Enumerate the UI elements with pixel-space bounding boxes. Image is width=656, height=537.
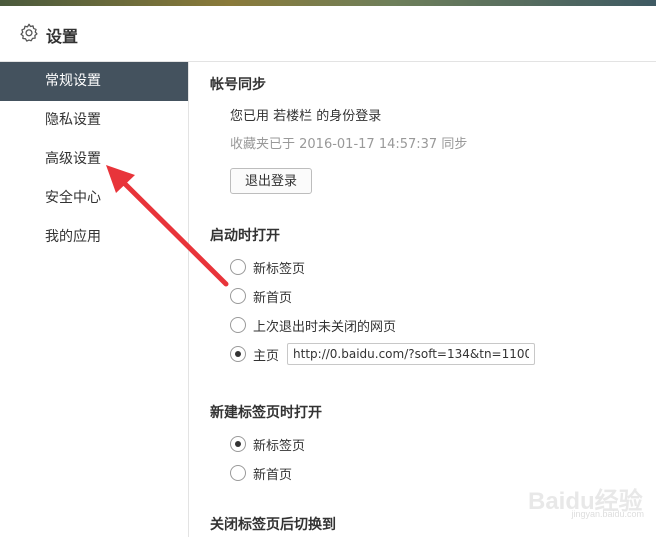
sidebar-item-privacy[interactable]: 隐私设置 [0,101,188,140]
startup-radio-new-home[interactable] [230,288,246,304]
sidebar-item-security-center[interactable]: 安全中心 [0,179,188,218]
startup-radio-new-tab[interactable] [230,259,246,275]
newtab-option-new-tab[interactable]: 新标签页 [230,434,305,454]
newtab-option-new-home[interactable]: 新首页 [230,463,292,483]
page-title: 设置 [46,27,79,46]
sidebar-item-general[interactable]: 常规设置 [0,62,188,101]
startup-radio-homepage[interactable] [230,346,246,362]
radio-label: 新首页 [253,467,293,483]
startup-radio-restore-session[interactable] [230,317,246,333]
close-tab-section-title: 关闭标签页后切换到 [210,517,336,533]
startup-option-homepage[interactable]: 主页 [230,343,536,365]
homepage-url-input[interactable] [287,343,536,365]
startup-option-new-tab[interactable]: 新标签页 [230,257,305,277]
login-status-text: 您已用 若楼栏 的身份登录 [230,109,382,124]
radio-label: 新标签页 [253,438,306,454]
logout-button[interactable]: 退出登录 [230,168,312,194]
radio-label: 上次退出时未关闭的网页 [253,319,397,335]
startup-option-new-home[interactable]: 新首页 [230,286,292,306]
settings-main-panel: 帐号同步 您已用 若楼栏 的身份登录 收藏夹已于 2016-01-17 14:5… [189,62,656,537]
sidebar-item-advanced[interactable]: 高级设置 [0,140,188,179]
baidu-watermark: Baidu经验 jingyan.baidu.com [528,481,648,521]
radio-label: 新首页 [253,290,293,306]
newtab-radio-new-home[interactable] [230,465,246,481]
settings-sidebar: 常规设置 隐私设置 高级设置 安全中心 我的应用 [0,62,189,537]
radio-label: 新标签页 [253,261,306,277]
account-sync-title: 帐号同步 [210,77,266,93]
new-tab-section-title: 新建标签页时打开 [210,405,322,421]
settings-header: 设置 [0,6,656,62]
sidebar-item-my-apps[interactable]: 我的应用 [0,218,188,257]
radio-label: 主页 [253,348,280,364]
sync-time-text: 收藏夹已于 2016-01-17 14:57:37 同步 [230,137,468,152]
gear-icon [20,23,38,42]
startup-section-title: 启动时打开 [210,228,280,244]
watermark-subtext: jingyan.baidu.com [571,509,644,519]
newtab-radio-new-tab[interactable] [230,436,246,452]
startup-option-restore-session[interactable]: 上次退出时未关闭的网页 [230,315,396,335]
